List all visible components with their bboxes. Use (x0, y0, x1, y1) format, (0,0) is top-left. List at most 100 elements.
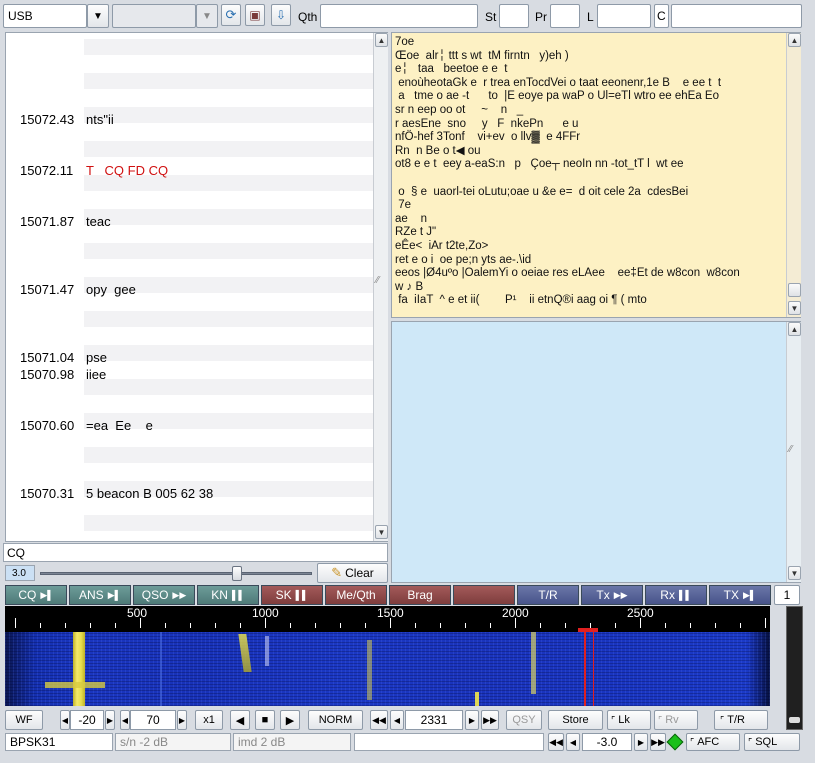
forward-icon[interactable]: ▶ (465, 710, 479, 730)
signal-row[interactable]: 15070.98 iiee (20, 367, 106, 383)
signal-browser-scrollbar[interactable]: ▲ ▼ ⁄⁄ (373, 33, 388, 541)
country-field[interactable] (671, 4, 802, 28)
macro-button[interactable]: QSO ▶▶ (133, 585, 195, 605)
waterfall-scale[interactable]: 500 1000 1500 2000 2500 (5, 606, 770, 632)
ref-level-field[interactable]: -20 (70, 710, 104, 730)
stop-icon[interactable]: ■ (255, 710, 275, 730)
tx-text-scrollbar[interactable]: ▲ ⁄⁄ ▼ (786, 322, 801, 582)
macro-button[interactable]: KN ▌▌ (197, 585, 259, 605)
signal-frequency: 15070.98 (20, 367, 75, 382)
signal-row[interactable]: 15072.43 nts"ii (20, 112, 114, 128)
ref-increase-icon[interactable]: ▶ (105, 710, 115, 730)
scroll-thumb[interactable] (789, 717, 800, 723)
macro-button[interactable]: T/R (517, 585, 579, 605)
afc-toggle[interactable]: ⌜ AFC (686, 733, 740, 751)
mode-value: USB (8, 9, 33, 23)
mode-dropdown-button[interactable]: ▼ (87, 4, 109, 28)
scroll-down-icon[interactable]: ▼ (375, 525, 388, 539)
offset-up-icon[interactable]: ▶ (634, 733, 648, 751)
macro-label: T/R (538, 588, 558, 602)
scroll-down-icon[interactable]: ▼ (788, 566, 801, 580)
signal-row[interactable]: 15071.47 opy gee (20, 282, 136, 298)
wf-label: WF (15, 714, 33, 726)
scroll-up-icon[interactable]: ▲ (375, 33, 388, 47)
signal-row[interactable]: 15071.04 pse (20, 350, 107, 366)
signal-frequency: 15071.47 (20, 282, 75, 297)
qsy-button[interactable]: QSY (506, 710, 542, 730)
squelch-slider[interactable] (38, 566, 314, 581)
zoom-button[interactable]: x1 (195, 710, 223, 730)
scroll-thumb[interactable] (788, 283, 801, 297)
scale-tick (765, 618, 766, 628)
status-mode[interactable]: BPSK31 (5, 733, 113, 751)
row-shade (84, 243, 377, 259)
clear-button[interactable]: ✎ Clear (317, 563, 388, 583)
range-field[interactable]: 70 (130, 710, 176, 730)
lock-toggle[interactable]: ⌜ Lk (607, 710, 651, 730)
offset-down-icon[interactable]: ◀ (566, 733, 580, 751)
qth-field[interactable] (320, 4, 478, 28)
tx-input-field[interactable]: CQ (3, 543, 388, 562)
ref-decrease-icon[interactable]: ◀ (60, 710, 70, 730)
log-book-icon[interactable]: ▣ (245, 4, 265, 26)
scroll-down-icon[interactable]: ▼ (788, 301, 801, 315)
wf-mode-button[interactable]: WF (5, 710, 43, 730)
bandwidth-dropdown-button[interactable]: ▼ (196, 4, 218, 28)
offset-field[interactable]: -3.0 (582, 733, 632, 751)
store-button[interactable]: Store (548, 710, 603, 730)
range-decrease-icon[interactable]: ◀ (120, 710, 130, 730)
range-value: 70 (146, 713, 160, 727)
macro-button[interactable]: SK ▌▌ (261, 585, 323, 605)
slider-thumb[interactable] (232, 566, 243, 581)
signal-trace (531, 632, 536, 694)
row-shade (84, 345, 377, 361)
macro-button[interactable]: Rx ▌▌ (645, 585, 707, 605)
signal-row[interactable]: 15070.31 5 beacon B 005 62 38 (20, 486, 213, 502)
mode-select[interactable]: USB (3, 4, 87, 28)
frequency-field[interactable]: 2331 (405, 710, 463, 730)
tr-toggle[interactable]: ⌜ T/R (714, 710, 768, 730)
offset-fast-down-icon[interactable]: ◀◀ (548, 733, 564, 751)
signal-trace (45, 682, 105, 688)
scale-tick (190, 623, 191, 628)
step-left-icon[interactable]: ◀ (230, 710, 250, 730)
macro-page-field[interactable]: 1 (774, 585, 800, 605)
macro-button[interactable]: Brag (389, 585, 451, 605)
signal-row[interactable]: 15071.87 teac (20, 214, 111, 230)
norm-label: NORM (318, 714, 353, 726)
reverse-toggle[interactable]: ⌜ Rv (654, 710, 698, 730)
sql-toggle[interactable]: ⌜ SQL (744, 733, 800, 751)
scroll-up-icon[interactable]: ▲ (788, 322, 801, 336)
macro-button[interactable]: ANS ▶▌ (69, 585, 131, 605)
macro-button[interactable]: Tx ▶▶ (581, 585, 643, 605)
offset-fast-up-icon[interactable]: ▶▶ (650, 733, 666, 751)
refresh-icon[interactable]: ⟳ (221, 4, 241, 26)
save-log-icon[interactable]: ⇩ (271, 4, 291, 26)
range-increase-icon[interactable]: ▶ (177, 710, 187, 730)
bandwidth-select[interactable] (112, 4, 196, 28)
signal-row[interactable]: 15070.60 =ea Ee e (20, 418, 153, 434)
step-right-icon[interactable]: ▶ (280, 710, 300, 730)
locator-field[interactable] (597, 4, 651, 28)
province-field[interactable] (550, 4, 580, 28)
fast-forward-icon[interactable]: ▶▶ (481, 710, 499, 730)
offset-value: -3.0 (596, 735, 618, 749)
signal-browser[interactable]: 15072.43 nts"ii 15072.11 T CQ FD CQ 15071.87… (5, 32, 388, 542)
waterfall-scroll[interactable] (786, 606, 803, 730)
macro-button[interactable]: CQ ▶▌ (5, 585, 67, 605)
waterfall-display[interactable] (5, 632, 770, 706)
tx-text-panel[interactable] (391, 321, 801, 583)
rx-text-scrollbar[interactable]: ▲ ▼ (786, 33, 801, 317)
state-field[interactable] (499, 4, 529, 28)
scale-tick (715, 623, 716, 628)
fast-rewind-icon[interactable]: ◀◀ (370, 710, 388, 730)
rewind-icon[interactable]: ◀ (390, 710, 404, 730)
macro-button[interactable]: TX ▶▌ (709, 585, 771, 605)
scroll-up-icon[interactable]: ▲ (788, 33, 801, 47)
norm-button[interactable]: NORM (308, 710, 363, 730)
store-label: Store (562, 714, 589, 726)
signal-trace (160, 632, 162, 706)
macro-button[interactable] (453, 585, 515, 605)
signal-row[interactable]: 15072.11 T CQ FD CQ (20, 163, 168, 179)
macro-button[interactable]: Me/Qth (325, 585, 387, 605)
